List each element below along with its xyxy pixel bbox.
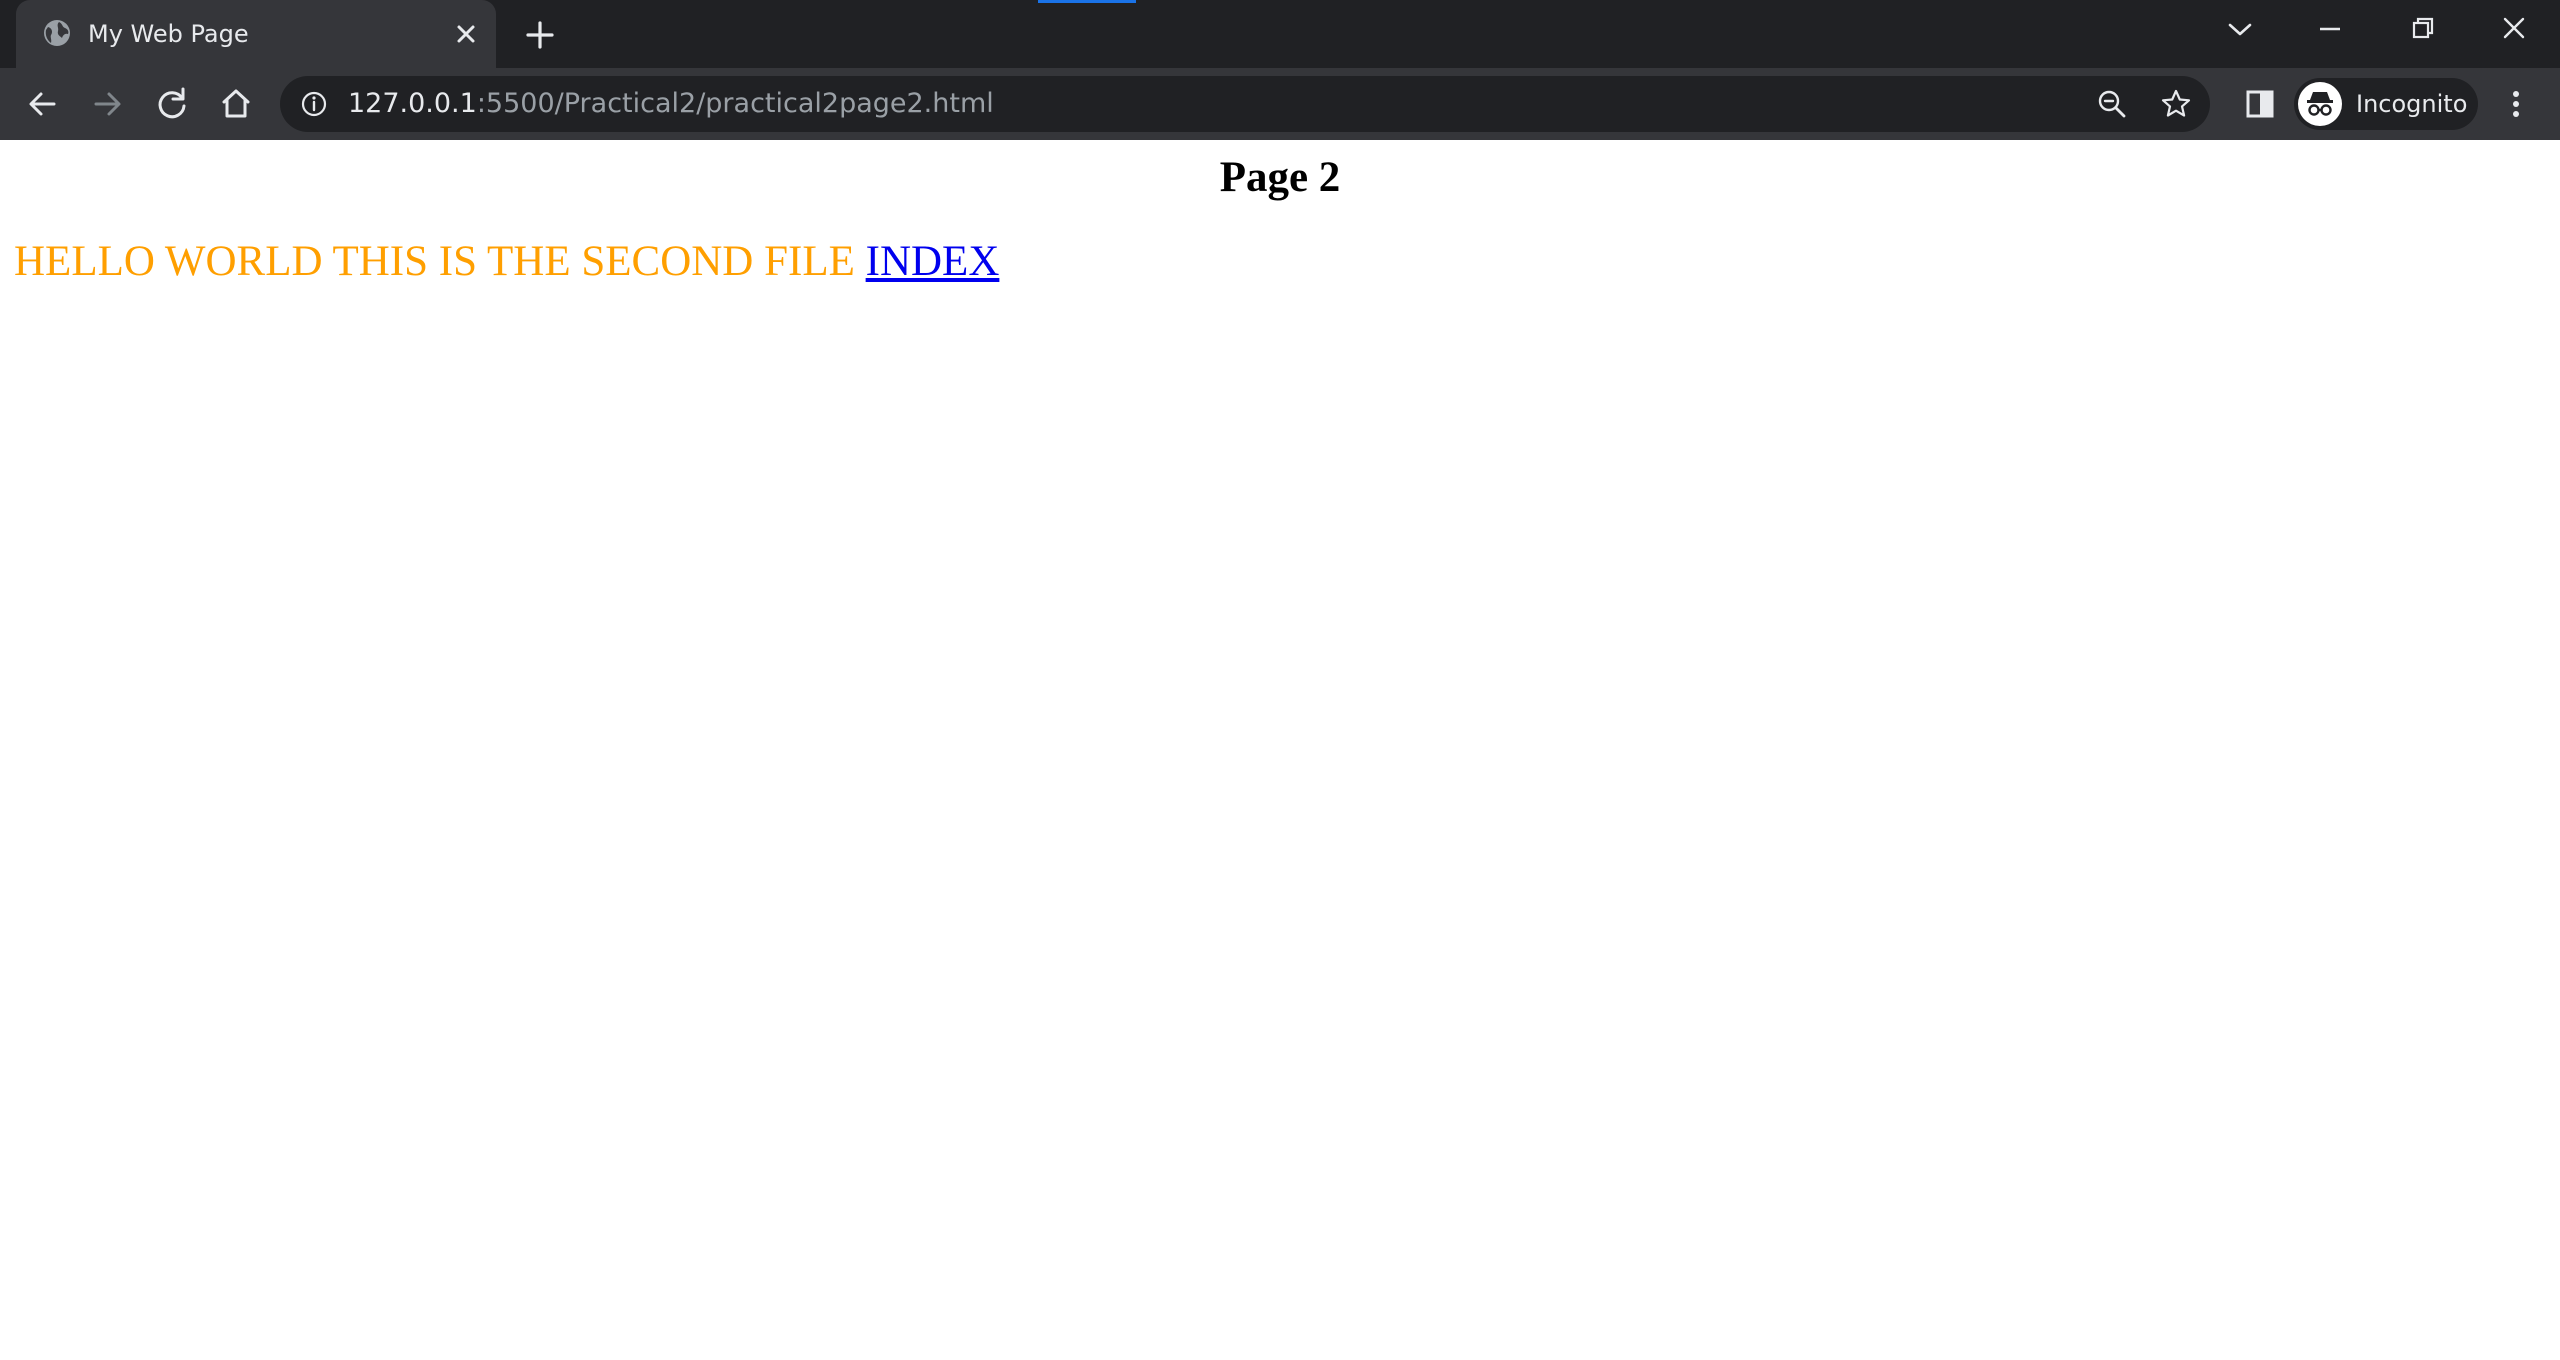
- incognito-profile-button[interactable]: Incognito: [2294, 78, 2478, 130]
- kebab-menu-icon[interactable]: [2494, 82, 2538, 126]
- zoom-out-icon[interactable]: [2096, 88, 2128, 120]
- url-text[interactable]: 127.0.0.1:5500/Practical2/practical2page…: [348, 86, 994, 122]
- side-panel-icon[interactable]: [2238, 82, 2282, 126]
- arrow-left-icon[interactable]: [20, 82, 64, 126]
- url-host: 127.0.0.1: [348, 88, 477, 119]
- paragraph-text: HELLO WORLD THIS IS THE SECOND FILE: [14, 238, 855, 285]
- arrow-right-icon[interactable]: [86, 82, 130, 126]
- plus-icon[interactable]: [522, 17, 558, 53]
- index-link[interactable]: INDEX: [866, 238, 1000, 285]
- tab-strip: My Web Page: [0, 0, 2560, 68]
- loading-indicator: [1038, 0, 1136, 3]
- minimize-icon[interactable]: [2308, 10, 2352, 48]
- page-paragraph: HELLO WORLD THIS IS THE SECOND FILE INDE…: [14, 234, 999, 290]
- reload-icon[interactable]: [150, 82, 194, 126]
- info-icon[interactable]: [300, 90, 328, 118]
- browser-toolbar: 127.0.0.1:5500/Practical2/practical2page…: [0, 68, 2560, 140]
- restore-icon[interactable]: [2400, 10, 2444, 48]
- tab-title: My Web Page: [88, 20, 249, 48]
- page-title: Page 2: [1219, 154, 1341, 201]
- close-icon[interactable]: [450, 18, 482, 50]
- incognito-icon: [2298, 82, 2342, 126]
- chevron-down-icon[interactable]: [2218, 10, 2262, 48]
- browser-window: My Web Page 127.0.0.1:5500/Practical2/pr…: [0, 0, 2560, 1360]
- tab-my-web-page[interactable]: My Web Page: [16, 0, 496, 68]
- address-bar[interactable]: 127.0.0.1:5500/Practical2/practical2page…: [280, 76, 2210, 132]
- page-viewport: Page 2 HELLO WORLD THIS IS THE SECOND FI…: [0, 140, 2560, 1360]
- incognito-label: Incognito: [2356, 90, 2468, 118]
- close-icon[interactable]: [2492, 10, 2536, 48]
- home-icon[interactable]: [214, 82, 258, 126]
- globe-icon: [42, 18, 72, 48]
- url-path: :5500/Practical2/practical2page2.html: [476, 88, 994, 119]
- star-icon[interactable]: [2160, 88, 2192, 120]
